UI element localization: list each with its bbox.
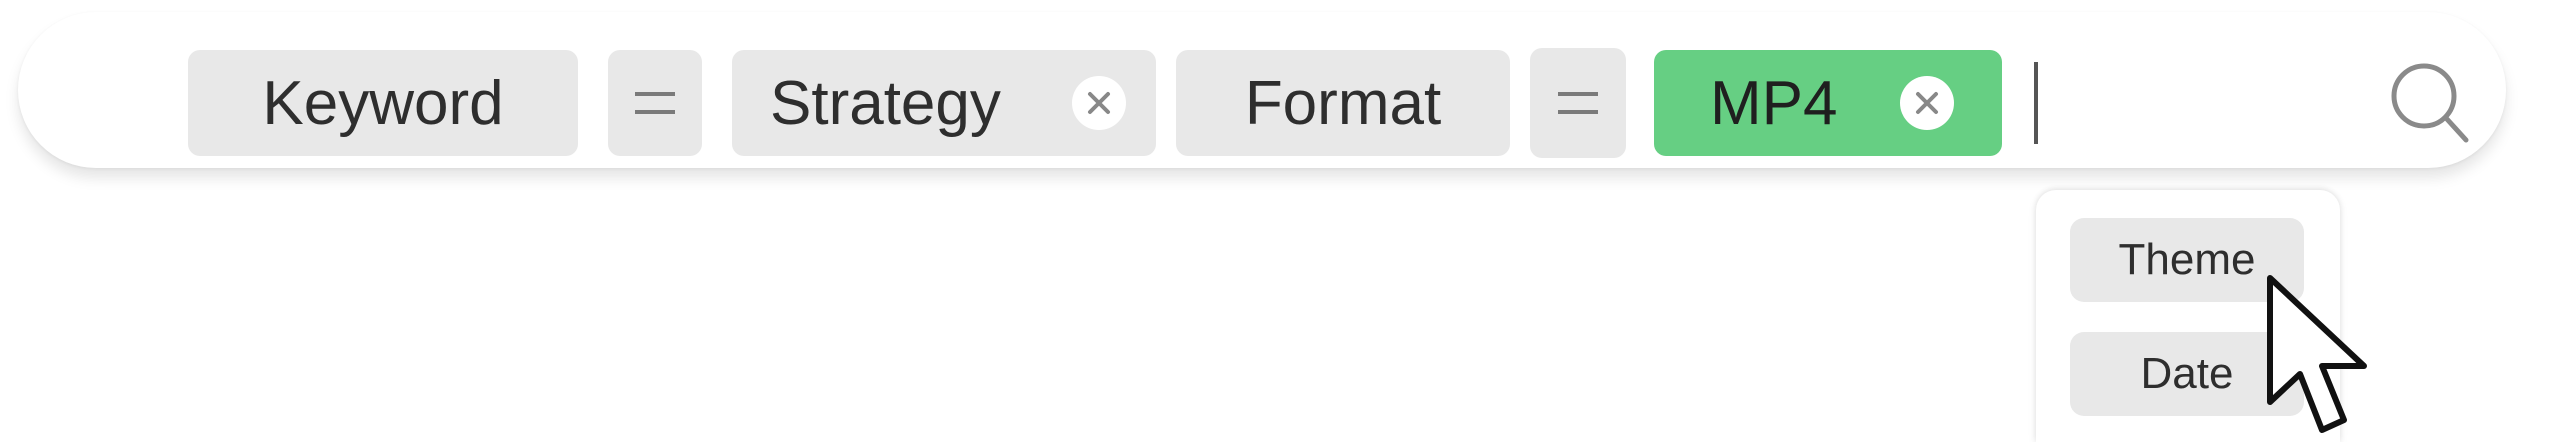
- filter-chip-field-keyword[interactable]: Keyword: [188, 50, 578, 156]
- equals-icon: [635, 92, 675, 114]
- filter-chip-label: MP4: [1710, 68, 1838, 138]
- text-caret[interactable]: [2034, 62, 2038, 144]
- dropdown-option-date[interactable]: Date: [2070, 332, 2304, 416]
- search-button[interactable]: [2386, 58, 2482, 154]
- filter-operator-equals[interactable]: [1530, 48, 1626, 158]
- close-circle-icon[interactable]: [1900, 76, 1954, 130]
- suggestion-dropdown: Theme Date: [2036, 190, 2340, 442]
- filter-chip-value-strategy[interactable]: Strategy: [732, 50, 1156, 156]
- search-icon: [2391, 63, 2469, 143]
- close-circle-icon[interactable]: [1072, 76, 1126, 130]
- filter-chip-label: Strategy: [770, 68, 1001, 138]
- equals-icon: [1558, 92, 1598, 114]
- dropdown-option-label: Date: [2140, 349, 2234, 398]
- dropdown-option-label: Theme: [2118, 235, 2256, 284]
- dropdown-option-theme[interactable]: Theme: [2070, 218, 2304, 302]
- filter-operator-equals[interactable]: [608, 50, 702, 156]
- search-bar[interactable]: Keyword Strategy Format MP4: [18, 12, 2506, 168]
- filter-chip-value-mp4[interactable]: MP4: [1654, 50, 2002, 156]
- filter-chip-label: Format: [1244, 68, 1442, 138]
- filter-chip-field-format[interactable]: Format: [1176, 50, 1510, 156]
- filter-chip-label: Keyword: [262, 68, 504, 138]
